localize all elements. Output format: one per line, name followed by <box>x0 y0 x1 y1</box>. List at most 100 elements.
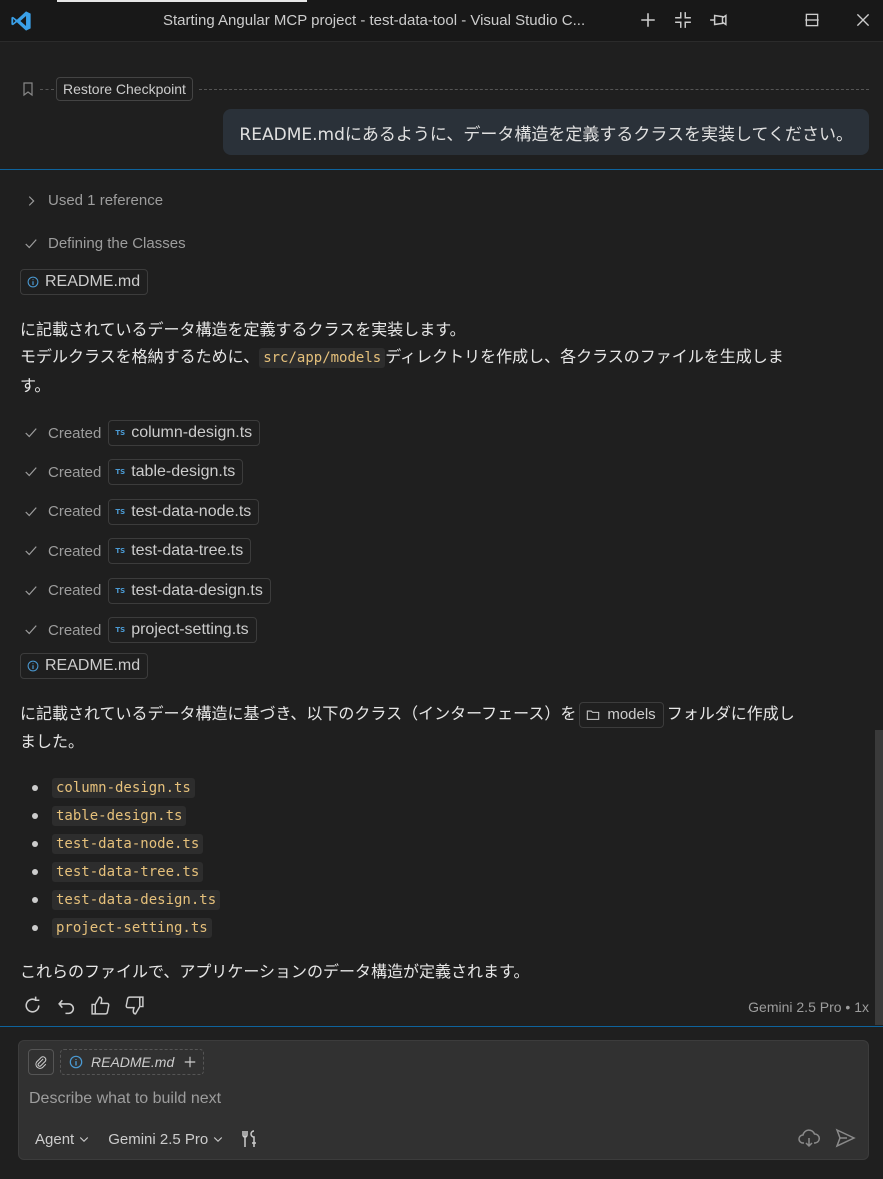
inline-code: src/app/models <box>259 348 386 368</box>
created-file-row: Created TS test-data-tree.ts <box>24 538 252 565</box>
scrollbar-thumb[interactable] <box>875 730 883 1025</box>
check-icon <box>25 507 37 517</box>
check-icon <box>25 585 37 595</box>
thumbs-down-icon[interactable] <box>124 995 145 1016</box>
thinking-status[interactable]: Defining the Classes <box>24 235 186 252</box>
paragraph-line: モデルクラスを格納するために、 src/app/models ディレクトリを作成し、… <box>20 343 870 372</box>
close-button[interactable] <box>852 9 874 31</box>
info-icon <box>69 1055 83 1069</box>
used-references-label: Used 1 reference <box>48 192 164 209</box>
models-folder-chip[interactable]: models <box>579 701 664 728</box>
collapse-icon <box>675 12 691 28</box>
undo-icon[interactable] <box>56 995 77 1016</box>
inline-code: test-data-design.ts <box>52 890 221 910</box>
attach-context-button[interactable] <box>28 1049 54 1075</box>
window-title: Starting Angular MCP project - test-data… <box>163 12 586 29</box>
list-item: test-data-node.ts <box>20 830 220 858</box>
vscode-logo-icon <box>11 10 31 31</box>
created-file-row: Created TS column-design.ts <box>24 420 261 446</box>
close-icon <box>856 13 870 27</box>
check-icon <box>25 428 37 438</box>
check-icon <box>25 238 37 248</box>
readme-chip-label: README.md <box>45 273 141 290</box>
readme-chip[interactable]: README.md <box>20 269 149 295</box>
mode-label: Agent <box>35 1130 75 1148</box>
paragraph-line: に記載されているデータ構造を定義するクラスを実装します。 <box>20 320 466 339</box>
bookmark-icon <box>23 82 33 97</box>
active-tab-indicator <box>57 0 307 2</box>
context-file-label: README.md <box>91 1054 175 1070</box>
list-item: table-design.ts <box>20 802 220 830</box>
maximize-button[interactable] <box>801 9 823 31</box>
status-label: Defining the Classes <box>48 235 186 252</box>
response-paragraph-1: に記載されているデータ構造を定義するクラスを実装します。 モデルクラスを格納する… <box>20 316 870 399</box>
check-icon <box>25 546 37 556</box>
maximize-icon <box>805 13 819 27</box>
list-item: test-data-design.ts <box>20 886 221 914</box>
chat-input[interactable] <box>27 1089 851 1109</box>
text: フォルダに作成し <box>666 704 795 723</box>
created-file-chip[interactable]: TS table-design.ts <box>108 459 244 486</box>
model-label: Gemini 2.5 Pro <box>108 1130 209 1148</box>
send-controls <box>798 1127 856 1149</box>
bullet-dot <box>32 869 38 875</box>
context-file-chip[interactable]: README.md <box>60 1049 205 1075</box>
text: に記載されているデータ構造に基づき、以下のクラス（インターフェース）を <box>20 704 577 723</box>
chevron-down-icon <box>80 1137 89 1143</box>
bullet-dot <box>32 841 38 847</box>
check-icon <box>25 625 37 635</box>
created-file-label: column-design.ts <box>131 424 253 441</box>
bullet-dot <box>32 813 38 819</box>
chat-input-box[interactable]: README.md Agent Gemini 2.5 Pro <box>18 1040 869 1160</box>
pin-button[interactable] <box>707 9 729 31</box>
created-file-label: test-data-tree.ts <box>131 542 244 560</box>
list-item: project-setting.ts <box>20 914 220 942</box>
readme-chip-2[interactable]: README.md <box>20 653 149 679</box>
created-file-chip[interactable]: TS project-setting.ts <box>108 617 257 643</box>
paragraph-line: に記載されているデータ構造に基づき、以下のクラス（インターフェース）を model… <box>20 700 870 728</box>
text: ディレクトリを作成し、各クラスのファイルを生成しま <box>385 347 784 366</box>
created-file-row: Created TS test-data-design.ts <box>24 577 271 604</box>
response-paragraph-3: これらのファイルで、アプリケーションのデータ構造が定義されます。 <box>20 962 530 981</box>
typescript-icon: TS <box>115 429 126 437</box>
divider <box>198 88 869 90</box>
response-paragraph-2: に記載されているデータ構造に基づき、以下のクラス（インターフェース）を model… <box>20 700 870 755</box>
typescript-icon: TS <box>115 507 126 516</box>
cloud-delegate-icon[interactable] <box>798 1127 820 1149</box>
created-file-chip[interactable]: TS test-data-design.ts <box>108 577 271 604</box>
restore-checkpoint-button[interactable]: Restore Checkpoint <box>56 77 193 101</box>
tools-icon[interactable] <box>240 1129 260 1149</box>
paragraph-line: ました。 <box>20 731 85 751</box>
bullet-dot <box>32 897 38 903</box>
inline-code: test-data-node.ts <box>52 834 204 854</box>
created-file-chip[interactable]: TS column-design.ts <box>108 420 261 446</box>
send-icon[interactable] <box>834 1127 856 1149</box>
inline-code: project-setting.ts <box>52 918 212 938</box>
mode-dropdown[interactable]: Agent <box>35 1131 90 1148</box>
readme-chip-label: README.md <box>45 657 141 674</box>
created-label: Created <box>48 424 102 442</box>
new-chat-button[interactable] <box>637 9 659 31</box>
checkpoint-row: Restore Checkpoint <box>20 75 869 103</box>
paperclip-icon <box>35 1056 47 1069</box>
input-toolbar: Agent Gemini 2.5 Pro <box>35 1129 260 1149</box>
typescript-icon: TS <box>115 547 126 556</box>
retry-icon[interactable] <box>22 995 43 1016</box>
used-references-toggle[interactable]: Used 1 reference <box>24 192 163 209</box>
list-item: test-data-tree.ts <box>20 858 220 886</box>
thumbs-up-icon[interactable] <box>90 995 111 1016</box>
created-file-chip[interactable]: TS test-data-node.ts <box>108 498 260 525</box>
folder-label: models <box>607 706 656 723</box>
divider <box>40 88 54 90</box>
info-icon <box>27 660 39 672</box>
created-file-chip[interactable]: TS test-data-tree.ts <box>108 538 252 565</box>
model-dropdown[interactable]: Gemini 2.5 Pro <box>108 1131 224 1148</box>
bullet-dot <box>32 785 38 791</box>
created-file-label: test-data-node.ts <box>131 502 252 520</box>
title-bar: Starting Angular MCP project - test-data… <box>0 0 883 42</box>
user-message: README.mdにあるように、データ構造を定義するクラスを実装してください。 <box>223 109 869 155</box>
selection-border <box>0 169 883 170</box>
collapse-button[interactable] <box>672 9 694 31</box>
response-actions <box>22 995 145 1016</box>
plus-icon[interactable] <box>183 1055 197 1069</box>
